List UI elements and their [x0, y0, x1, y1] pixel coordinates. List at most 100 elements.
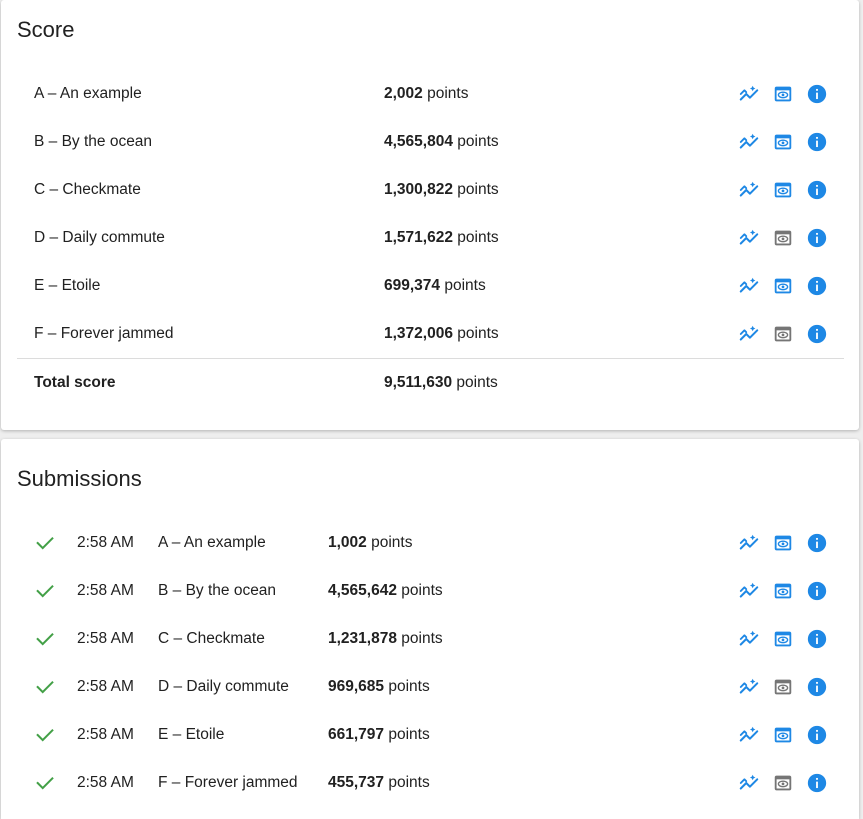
info-icon[interactable]: [806, 323, 828, 345]
problem-name: D – Daily commute: [158, 678, 289, 695]
check-icon: [34, 676, 56, 698]
points-number: 661,797: [328, 726, 385, 743]
submission-time: 2:58 AM: [77, 726, 134, 743]
info-icon[interactable]: [806, 179, 828, 201]
problem-name: C – Checkmate: [158, 630, 265, 647]
points-number: 1,372,006: [384, 325, 453, 342]
points-number: 699,374: [384, 277, 441, 294]
info-icon[interactable]: [806, 275, 828, 297]
problem-name: F – Forever jammed: [158, 774, 298, 791]
problem-name: E – Etoile: [34, 277, 101, 294]
preview-icon[interactable]: [772, 580, 794, 602]
auto-graph-icon[interactable]: [738, 179, 760, 201]
auto-graph-icon[interactable]: [738, 676, 760, 698]
total-points-unit: points: [456, 374, 498, 391]
problem-name: A – An example: [158, 534, 266, 551]
row-actions: [738, 580, 828, 602]
points-value: 661,797 points: [328, 711, 430, 759]
preview-icon[interactable]: [772, 227, 794, 249]
points-unit: points: [457, 229, 499, 246]
info-icon[interactable]: [806, 628, 828, 650]
preview-icon[interactable]: [772, 772, 794, 794]
total-points-number: 9,511,630: [384, 374, 453, 391]
preview-icon[interactable]: [772, 628, 794, 650]
submission-row: 2:58 AM C – Checkmate 1,231,878 points: [1, 615, 859, 663]
preview-icon[interactable]: [772, 179, 794, 201]
check-icon: [34, 724, 56, 746]
problem-name: D – Daily commute: [34, 229, 165, 246]
score-row: F – Forever jammed 1,372,006 points: [1, 310, 859, 358]
submission-row: 2:58 AM D – Daily commute 969,685 points: [1, 663, 859, 711]
info-icon[interactable]: [806, 724, 828, 746]
problem-name: C – Checkmate: [34, 181, 141, 198]
check-icon: [34, 628, 56, 650]
score-card: Score A – An example 2,002 points B – By t…: [1, 0, 859, 430]
points-value: 2,002 points: [384, 70, 468, 118]
preview-icon[interactable]: [772, 724, 794, 746]
preview-icon[interactable]: [772, 323, 794, 345]
score-row: A – An example 2,002 points: [1, 70, 859, 118]
auto-graph-icon[interactable]: [738, 227, 760, 249]
auto-graph-icon[interactable]: [738, 83, 760, 105]
auto-graph-icon[interactable]: [738, 323, 760, 345]
info-icon[interactable]: [806, 227, 828, 249]
preview-icon[interactable]: [772, 275, 794, 297]
auto-graph-icon[interactable]: [738, 532, 760, 554]
submission-row: 2:58 AM E – Etoile 661,797 points: [1, 711, 859, 759]
check-icon: [34, 580, 56, 602]
info-icon[interactable]: [806, 580, 828, 602]
points-value: 4,565,804 points: [384, 118, 499, 166]
points-value: 1,372,006 points: [384, 310, 499, 358]
points-number: 1,231,878: [328, 630, 397, 647]
info-icon[interactable]: [806, 772, 828, 794]
points-unit: points: [427, 85, 469, 102]
auto-graph-icon[interactable]: [738, 628, 760, 650]
points-unit: points: [457, 133, 499, 150]
points-unit: points: [457, 181, 499, 198]
row-actions: [738, 227, 828, 249]
score-row: E – Etoile 699,374 points: [1, 262, 859, 310]
total-score-value: 9,511,630 points: [384, 359, 498, 407]
preview-icon[interactable]: [772, 131, 794, 153]
auto-graph-icon[interactable]: [738, 724, 760, 746]
auto-graph-icon[interactable]: [738, 275, 760, 297]
preview-icon[interactable]: [772, 532, 794, 554]
row-actions: [738, 179, 828, 201]
problem-name: A – An example: [34, 85, 142, 102]
info-icon[interactable]: [806, 676, 828, 698]
submission-time: 2:58 AM: [77, 582, 134, 599]
row-actions: [738, 275, 828, 297]
row-actions: [738, 83, 828, 105]
submission-time: 2:58 AM: [77, 678, 134, 695]
score-row: C – Checkmate 1,300,822 points: [1, 166, 859, 214]
points-value: 1,231,878 points: [328, 615, 443, 663]
preview-icon[interactable]: [772, 676, 794, 698]
points-value: 699,374 points: [384, 262, 486, 310]
auto-graph-icon[interactable]: [738, 131, 760, 153]
submissions-card: Submissions 2:58 AM A – An example 1,002 p…: [1, 439, 859, 819]
submissions-title: Submissions: [17, 466, 142, 491]
total-row: Total score 9,511,630 points: [1, 359, 859, 407]
score-title: Score: [17, 17, 75, 42]
total-score-label: Total score: [34, 374, 116, 391]
points-value: 455,737 points: [328, 759, 430, 807]
points-value: 969,685 points: [328, 663, 430, 711]
info-icon[interactable]: [806, 131, 828, 153]
info-icon[interactable]: [806, 532, 828, 554]
submission-time: 2:58 AM: [77, 630, 134, 647]
submission-time: 2:58 AM: [77, 774, 134, 791]
auto-graph-icon[interactable]: [738, 772, 760, 794]
submission-row: 2:58 AM F – Forever jammed 455,737 points: [1, 759, 859, 807]
points-unit: points: [388, 726, 430, 743]
preview-icon[interactable]: [772, 83, 794, 105]
row-actions: [738, 532, 828, 554]
submission-row: 2:58 AM A – An example 1,002 points: [1, 519, 859, 567]
score-row: D – Daily commute 1,571,622 points: [1, 214, 859, 262]
row-actions: [738, 724, 828, 746]
problem-name: E – Etoile: [158, 726, 225, 743]
points-number: 2,002: [384, 85, 423, 102]
check-icon: [34, 532, 56, 554]
auto-graph-icon[interactable]: [738, 580, 760, 602]
problem-name: F – Forever jammed: [34, 325, 174, 342]
info-icon[interactable]: [806, 83, 828, 105]
